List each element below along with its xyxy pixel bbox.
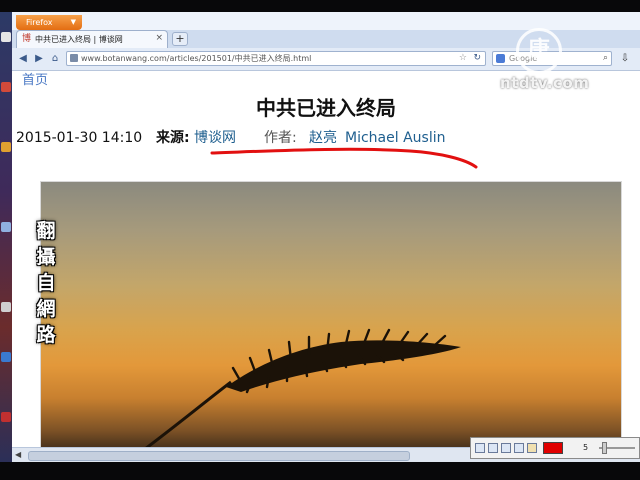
article-date: 2015-01-30 14:10 [16, 130, 143, 146]
broadcast-caption: 翻攝自網路 [36, 220, 56, 346]
bookmark-star-icon[interactable]: ☆ [459, 52, 467, 65]
desktop-icon[interactable] [1, 142, 11, 152]
forward-icon[interactable]: ▶ [32, 52, 46, 66]
article-photo [40, 181, 622, 447]
reload-icon[interactable]: ↻ [473, 52, 481, 65]
ntd-watermark-text: ntdtv.com [500, 74, 590, 92]
close-icon[interactable]: × [155, 33, 163, 44]
firefox-menu-button[interactable]: Firefox ▼ [16, 15, 82, 30]
chevron-down-icon: ▼ [70, 18, 76, 26]
scrollbar-thumb[interactable] [28, 451, 410, 461]
brush-size-slider-handle[interactable] [602, 442, 607, 454]
desktop-icon[interactable] [1, 222, 11, 232]
desktop-left-strip [0, 12, 12, 462]
home-link[interactable]: 首页 [22, 73, 48, 89]
tv-bottom-bezel [0, 462, 640, 480]
desktop-icon[interactable] [1, 82, 11, 92]
highlighter-icon[interactable] [527, 443, 537, 453]
search-engine-icon[interactable] [496, 54, 505, 63]
new-tab-button[interactable]: + [172, 32, 188, 46]
url-text: www.botanwang.com/articles/201501/中共已进入终… [81, 54, 312, 63]
desktop-icon[interactable] [1, 302, 11, 312]
red-underline-annotation [210, 147, 478, 169]
ntd-logo: 唐 [516, 28, 562, 74]
page-content: 首页 中共已进入终局 2015-01-30 14:10 来源: 博谈网 作者: … [12, 71, 640, 447]
brush-color-swatch[interactable] [543, 442, 563, 454]
source-label: 来源: [156, 130, 190, 146]
tv-top-bezel [0, 0, 640, 12]
tab-title: 中共已进入终局 | 博谈网 [35, 35, 123, 44]
favicon-icon: 博 [22, 34, 32, 44]
new-page-icon[interactable] [475, 443, 485, 453]
site-identity-icon[interactable] [70, 54, 78, 62]
scroll-left-icon[interactable]: ◀ [15, 449, 21, 461]
ntd-logo-char: 唐 [527, 38, 550, 63]
desktop-icon[interactable] [1, 32, 11, 42]
download-icon[interactable]: ⇩ [618, 53, 632, 65]
search-icon[interactable]: ⌕ [603, 52, 608, 65]
page-title: 中共已进入终局 [256, 96, 396, 120]
pen-icon[interactable] [514, 443, 524, 453]
screen-icon[interactable] [501, 443, 511, 453]
home-icon[interactable]: ⌂ [48, 52, 62, 66]
wheat-silhouette [145, 328, 461, 447]
desktop-icon[interactable] [1, 412, 11, 422]
url-bar[interactable]: www.botanwang.com/articles/201501/中共已进入终… [66, 51, 486, 66]
back-icon[interactable]: ◀ [16, 52, 30, 66]
desktop-icon[interactable] [1, 352, 11, 362]
brush-size-value[interactable]: 5 [583, 441, 588, 455]
firefox-button-label: Firefox [26, 18, 53, 27]
save-icon[interactable] [488, 443, 498, 453]
tab-active[interactable]: 博 中共已进入终局 | 博谈网 × [16, 30, 168, 48]
annotation-toolbar: 5 [470, 437, 640, 459]
